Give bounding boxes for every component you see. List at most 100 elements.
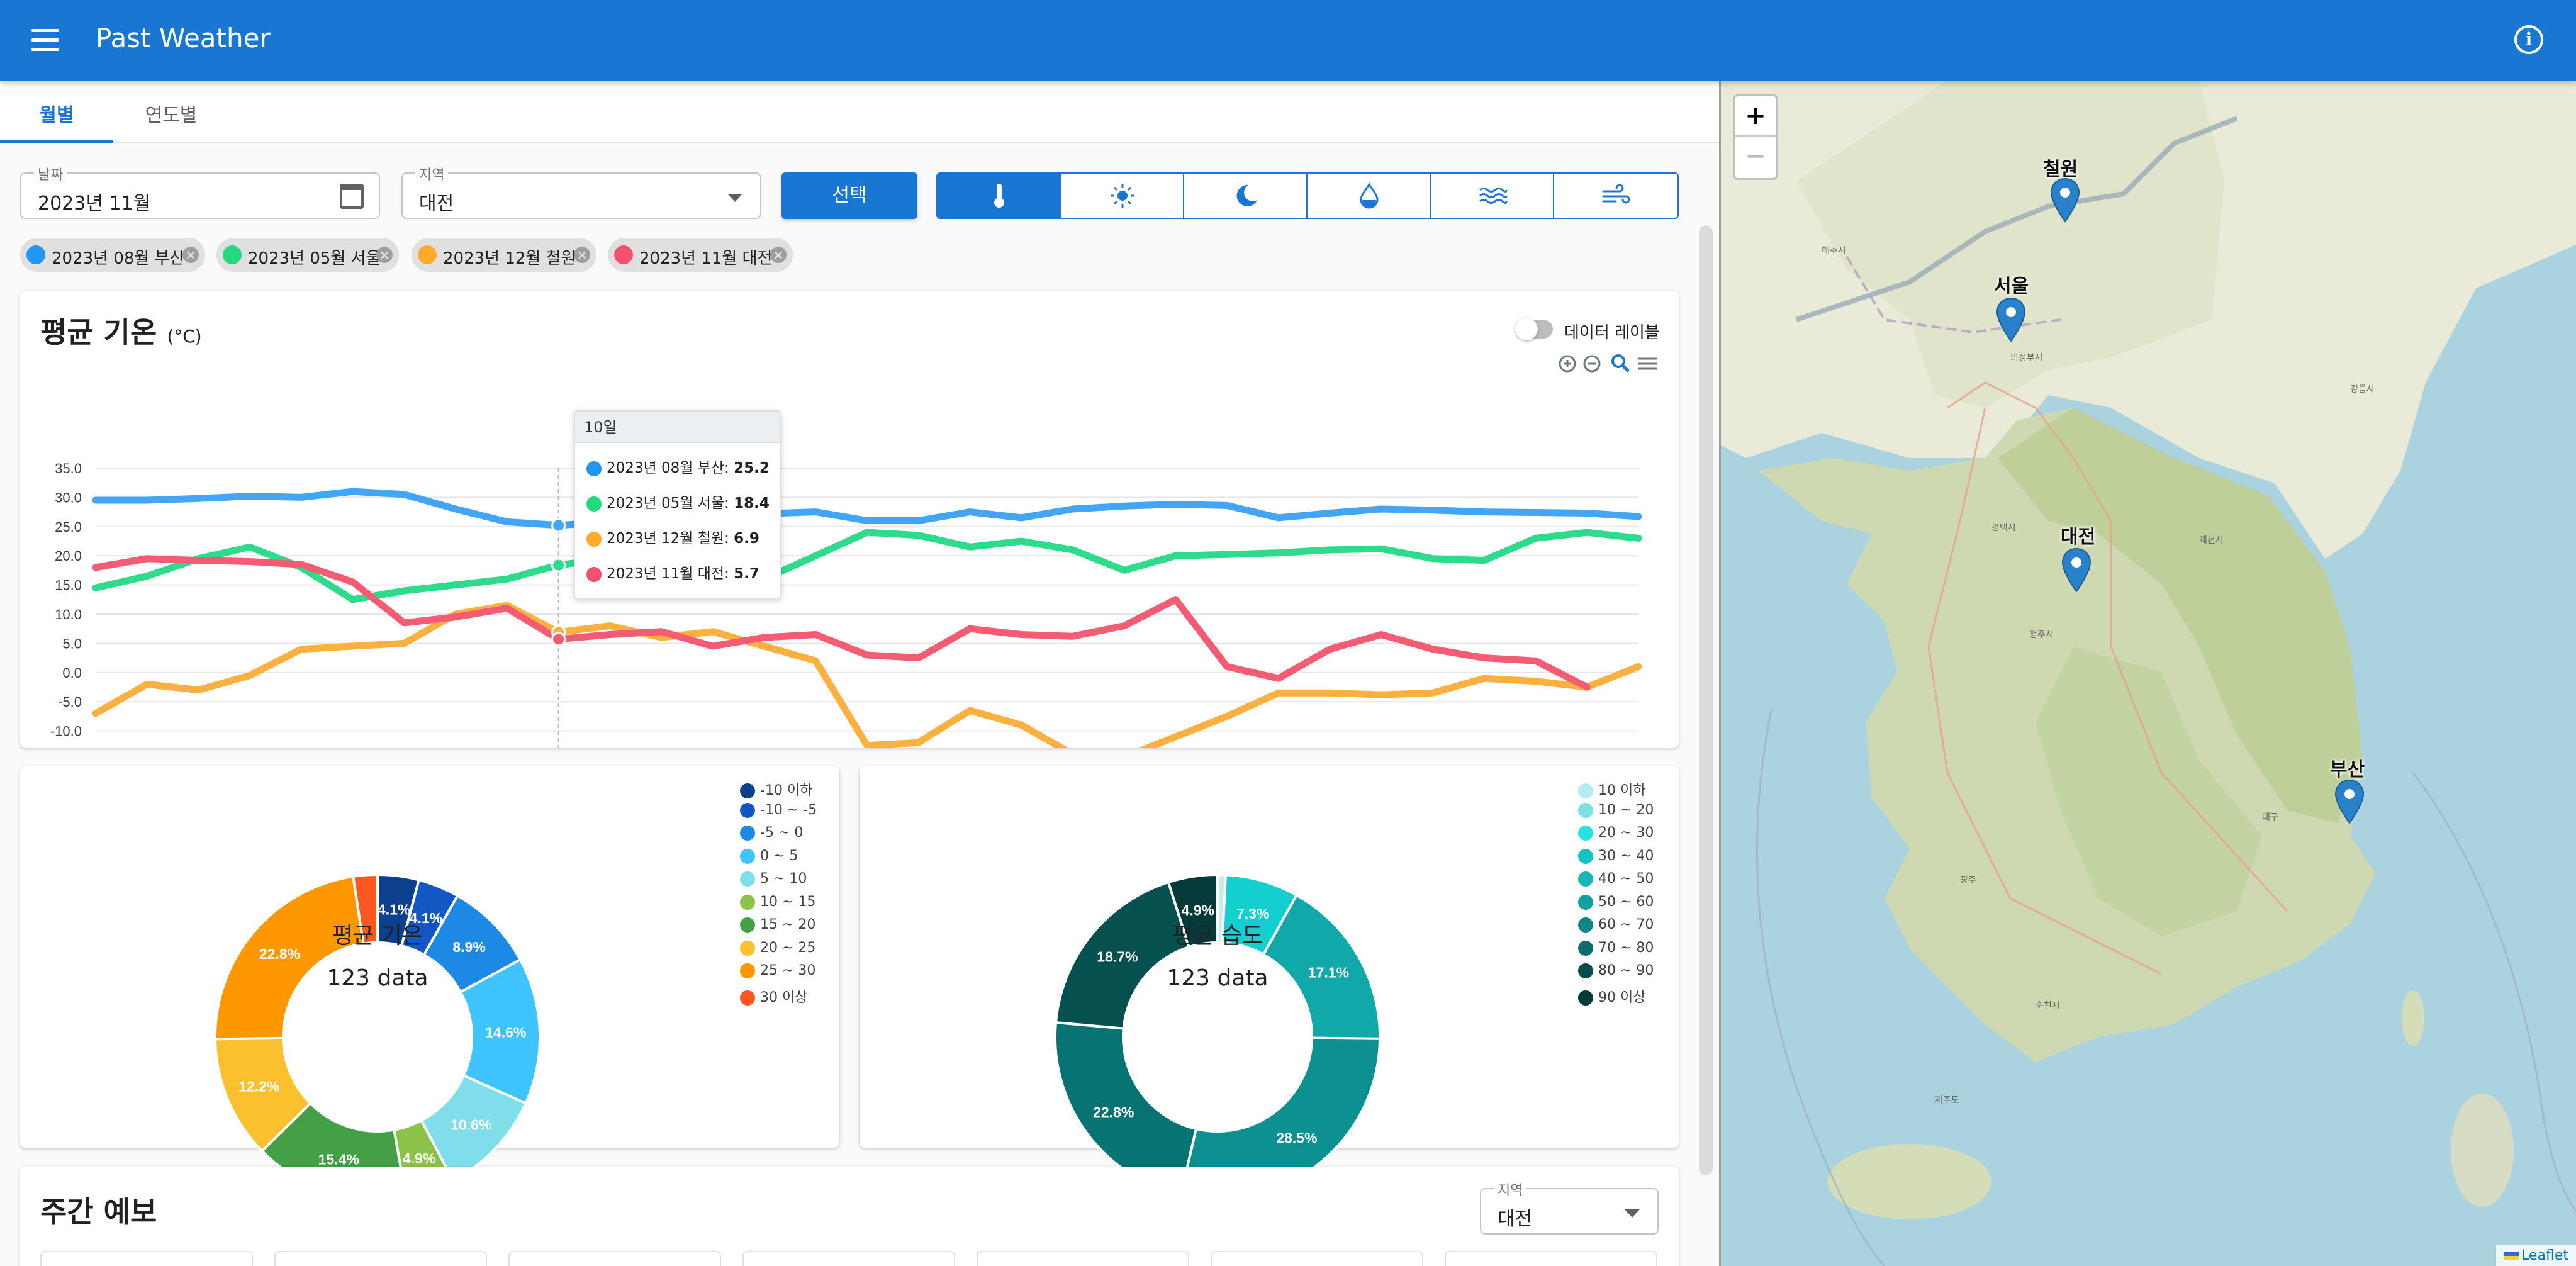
legend-item[interactable]: 10 ~ 20 [1578, 802, 1654, 818]
select-button[interactable]: 선택 [781, 172, 917, 219]
info-icon[interactable]: i [2514, 25, 2543, 54]
region-select[interactable]: 지역 대전 [401, 164, 761, 219]
legend-item[interactable]: 20 ~ 25 [740, 940, 815, 956]
legend-label: 70 ~ 80 [1598, 939, 1654, 956]
weekly-region-select[interactable]: 지역 대전 [1480, 1179, 1659, 1235]
legend-item[interactable]: 25 ~ 30 [740, 963, 815, 978]
tooltip-row: 2023년 08월 부산: 25.2 [586, 456, 770, 477]
legend-item[interactable]: 70 ~ 80 [1578, 940, 1654, 956]
calendar-icon[interactable] [340, 184, 364, 209]
legend-item[interactable]: 30 이상 [740, 986, 807, 1006]
map-zoom-out-button[interactable]: − [1735, 137, 1776, 177]
legend-item[interactable]: 40 ~ 50 [1578, 871, 1654, 887]
filter-chip[interactable]: 2023년 08월 부산 × [20, 238, 205, 272]
sun-toggle[interactable] [1061, 174, 1184, 218]
map-zoom-in-button[interactable]: + [1735, 96, 1776, 137]
wind-toggle[interactable] [1554, 174, 1677, 218]
forecast-day-card [508, 1251, 721, 1266]
tab-monthly[interactable]: 월별 [0, 99, 113, 127]
line-chart-unit: (°C) [167, 326, 202, 347]
temperature-line-card [20, 291, 1679, 748]
map-background [1721, 81, 2576, 1266]
legend-dot [1578, 963, 1593, 978]
date-field-value: 2023년 11월 [38, 193, 151, 215]
filter-chip[interactable]: 2023년 05월 서울 × [216, 238, 399, 272]
scrollbar[interactable] [1699, 225, 1713, 1175]
chip-delete-icon[interactable]: × [574, 247, 590, 263]
legend-item[interactable]: 90 이상 [1578, 986, 1645, 1006]
tooltip-series-value: 25.2 [734, 460, 770, 476]
chip-color-dot [26, 245, 45, 264]
filter-chip[interactable]: 2023년 12월 철원 × [412, 238, 596, 272]
tooltip-series-label: 2023년 12월 철원: [607, 530, 729, 547]
chip-delete-icon[interactable]: × [182, 247, 199, 263]
map-pin-icon[interactable] [1995, 297, 2027, 342]
legend-label: 5 ~ 10 [760, 871, 807, 887]
region-select-label: 지역 [415, 164, 449, 184]
map-place-label: 제주도 [1935, 1095, 1959, 1106]
humidity-donut-count: 123 data [1167, 965, 1268, 991]
legend-dot [1578, 917, 1593, 933]
legend-item[interactable]: -10 ~ -5 [740, 802, 817, 818]
legend-item[interactable]: 0 ~ 5 [740, 848, 798, 864]
legend-label: 15 ~ 20 [760, 917, 816, 933]
legend-item[interactable]: 50 ~ 60 [1578, 894, 1654, 910]
filter-chip[interactable]: 2023년 11월 대전 × [608, 238, 793, 272]
map-place-label: 의정부시 [2010, 353, 2043, 363]
legend-dot [740, 848, 755, 864]
map-attribution[interactable]: Leaflet [2496, 1245, 2576, 1266]
weekly-region-value: 대전 [1498, 1208, 1533, 1230]
map-pin-icon[interactable] [2334, 779, 2365, 824]
chevron-down-icon [1625, 1209, 1640, 1218]
chip-delete-icon[interactable]: × [770, 247, 787, 263]
legend-item[interactable]: -5 ~ 0 [740, 825, 803, 841]
legend-item[interactable]: 10 ~ 15 [740, 894, 815, 910]
tooltip-row: 2023년 12월 철원: 6.9 [586, 526, 759, 547]
legend-item[interactable]: 5 ~ 10 [740, 871, 807, 887]
moon-toggle[interactable] [1184, 174, 1308, 218]
legend-dot [1578, 783, 1593, 798]
legend-item[interactable]: 15 ~ 20 [740, 917, 815, 933]
legend-item[interactable]: 60 ~ 70 [1578, 917, 1654, 933]
map-place-label: 평택시 [1991, 523, 2016, 533]
tab-yearly[interactable]: 연도별 [115, 99, 228, 127]
legend-item[interactable]: 20 ~ 30 [1578, 825, 1654, 841]
legend-item[interactable]: 30 ~ 40 [1578, 848, 1654, 864]
legend-dot [740, 917, 755, 933]
legend-dot [740, 802, 755, 818]
tooltip-series-dot [586, 566, 602, 582]
humidity-donut-title: 평균 습도 [1172, 923, 1263, 949]
chip-delete-icon[interactable]: × [376, 247, 393, 263]
map-pin-icon[interactable] [2049, 177, 2081, 223]
tooltip-series-value: 5.7 [734, 566, 759, 582]
legend-label: 25 ~ 30 [760, 963, 816, 978]
menu-icon[interactable] [31, 29, 59, 52]
legend-label: -10 이하 [760, 783, 813, 798]
legend-item[interactable]: 10 이하 [1578, 779, 1645, 799]
thermometer-toggle[interactable] [938, 174, 1061, 218]
legend-item[interactable]: 80 ~ 90 [1578, 963, 1654, 978]
legend-label: 10 ~ 20 [1598, 802, 1654, 818]
chip-color-dot [614, 245, 633, 264]
attribution-link[interactable]: Leaflet [2521, 1248, 2568, 1263]
map-pin-icon[interactable] [2061, 547, 2092, 593]
moon-icon [1236, 184, 1257, 206]
map-marker-label: 서울 [1994, 276, 2029, 298]
date-field[interactable]: 날짜 2023년 11월 [20, 164, 380, 219]
chip-label: 2023년 11월 대전 [639, 249, 773, 268]
map-marker-label: 대전 [2061, 526, 2096, 548]
app-bar: Past Weather i [0, 0, 2576, 81]
map[interactable]: 해주시 의정부시 평택시 청주시 제천시 강릉시 대구 광주 순천시 제주도 철… [1719, 81, 2576, 1266]
humidity-toggle[interactable] [1308, 174, 1431, 218]
map-place-label: 제천시 [2199, 535, 2224, 546]
tooltip-series-dot [586, 461, 602, 476]
legend-dot [1578, 802, 1593, 818]
water-wave-toggle[interactable] [1431, 174, 1554, 218]
forecast-day-card [1445, 1251, 1657, 1266]
donut-slice-label: 4.9% [403, 1150, 435, 1167]
tooltip-series-value: 6.9 [734, 530, 759, 547]
thermometer-icon [994, 184, 1004, 208]
legend-item[interactable]: -10 이하 [740, 779, 812, 799]
legend-dot [740, 826, 755, 841]
data-label-switch[interactable] [1515, 318, 1553, 340]
